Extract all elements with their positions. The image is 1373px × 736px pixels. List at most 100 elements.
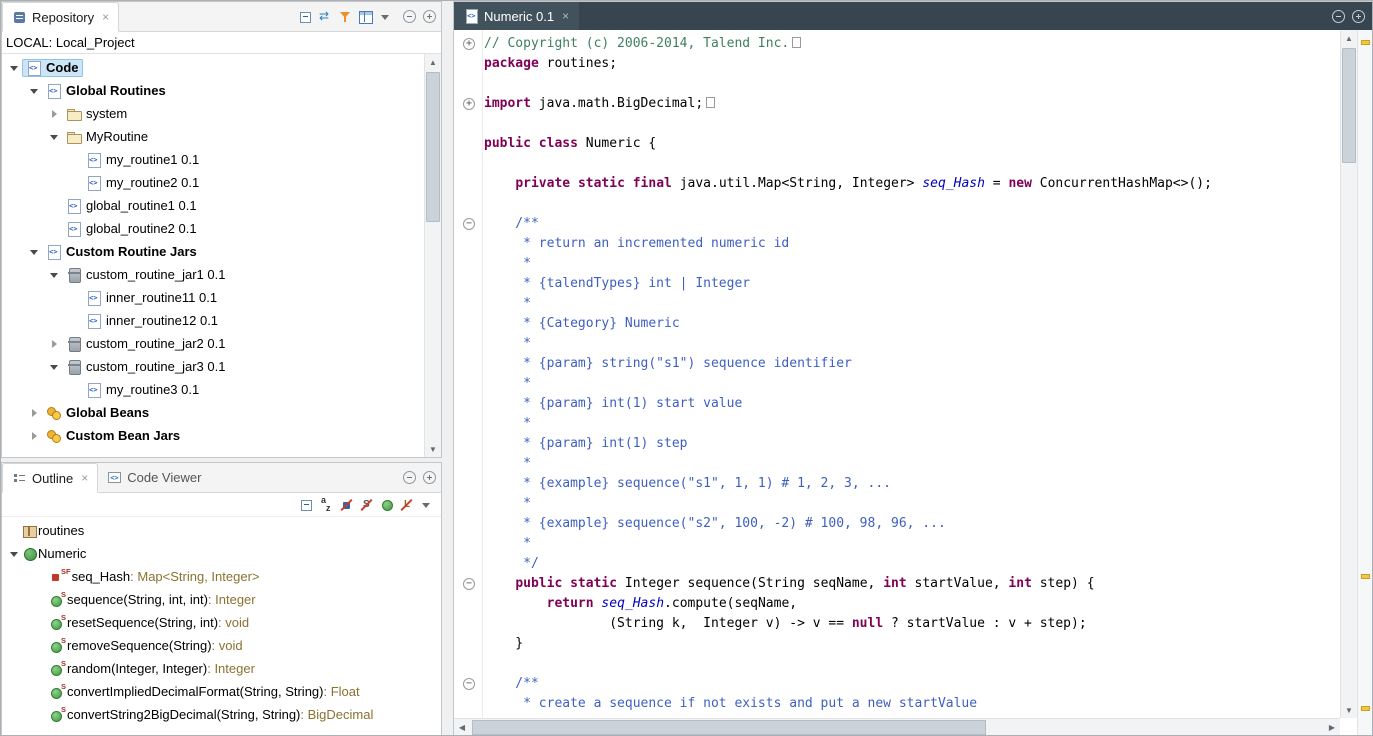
hide-local-types-icon[interactable] — [397, 496, 417, 514]
outline-item-seq-hash[interactable]: SFseq_Hash : Map<String, Integer> — [2, 565, 441, 588]
vertical-panel-sash[interactable] — [442, 1, 453, 736]
scroll-left-icon[interactable] — [454, 719, 470, 736]
code-line-7[interactable] — [454, 154, 1340, 174]
code-line-10[interactable]: /** — [454, 214, 1340, 234]
tree-item-global-routines[interactable]: Global Routines — [2, 79, 441, 102]
code-line-31[interactable]: } — [454, 634, 1340, 654]
fold-minus-icon[interactable] — [454, 574, 484, 594]
tree-item-my-routine2-0-1[interactable]: my_routine2 0.1 — [2, 171, 441, 194]
code-line-13[interactable]: * {talendTypes} int | Integer — [454, 274, 1340, 294]
code-line-14[interactable]: * — [454, 294, 1340, 314]
code-area[interactable]: // Copyright (c) 2006-2014, Talend Inc.p… — [454, 30, 1340, 718]
scrollbar-thumb[interactable] — [426, 72, 440, 222]
minimize-view-icon[interactable] — [403, 471, 416, 484]
code-line-6[interactable]: public class Numeric { — [454, 134, 1340, 154]
outline-item-convertstring2bigdecimal[interactable]: SconvertString2BigDecimal(String, String… — [2, 703, 441, 726]
code-line-25[interactable]: * {example} sequence("s2", 100, -2) # 10… — [454, 514, 1340, 534]
code-line-22[interactable]: * — [454, 454, 1340, 474]
code-line-29[interactable]: return seq_Hash.compute(seqName, — [454, 594, 1340, 614]
editor-horizontal-scrollbar[interactable] — [454, 718, 1340, 736]
tab-code-viewer[interactable]: Code Viewer — [98, 463, 210, 492]
code-line-15[interactable]: * {Category} Numeric — [454, 314, 1340, 334]
code-line-20[interactable]: * — [454, 414, 1340, 434]
maximize-editor-icon[interactable] — [1352, 10, 1365, 23]
code-line-12[interactable]: * — [454, 254, 1340, 274]
code-line-26[interactable]: * — [454, 534, 1340, 554]
tree-item-inner-routine12-0-1[interactable]: inner_routine12 0.1 — [2, 309, 441, 332]
maximize-view-icon[interactable] — [423, 471, 436, 484]
outline-item-removesequence[interactable]: SremoveSequence(String) : void — [2, 634, 441, 657]
code-line-17[interactable]: * {param} string("s1") sequence identifi… — [454, 354, 1340, 374]
scroll-down-icon[interactable] — [425, 441, 441, 457]
folded-region-indicator[interactable] — [706, 97, 715, 108]
repository-scrollbar[interactable] — [424, 54, 441, 457]
code-line-3[interactable] — [454, 74, 1340, 94]
expander-open-icon[interactable] — [46, 267, 62, 283]
code-line-19[interactable]: * {param} int(1) start value — [454, 394, 1340, 414]
code-line-9[interactable] — [454, 194, 1340, 214]
annotation-mark[interactable] — [1361, 706, 1370, 711]
tab-numeric-editor[interactable]: Numeric 0.1 × — [454, 2, 579, 30]
hide-non-public-icon[interactable] — [377, 496, 397, 514]
horizontal-panel-sash[interactable] — [1, 458, 442, 462]
folded-region-indicator[interactable] — [792, 37, 801, 48]
expander-open-icon[interactable] — [26, 244, 42, 260]
expander-closed-icon[interactable] — [26, 405, 42, 421]
tree-item-custom-routine-jars[interactable]: Custom Routine Jars — [2, 240, 441, 263]
fold-plus-icon[interactable] — [454, 34, 484, 54]
tree-item-custom-routine-jar2-0-1[interactable]: custom_routine_jar2 0.1 — [2, 332, 441, 355]
code-line-21[interactable]: * {param} int(1) step — [454, 434, 1340, 454]
outline-item-routines[interactable]: routines — [2, 519, 441, 542]
code-line-8[interactable]: private static final java.util.Map<Strin… — [454, 174, 1340, 194]
collapse-all-icon[interactable] — [296, 8, 316, 26]
code-line-2[interactable]: package routines; — [454, 54, 1340, 74]
tree-item-inner-routine11-0-1[interactable]: inner_routine11 0.1 — [2, 286, 441, 309]
expander-open-icon[interactable] — [26, 83, 42, 99]
tree-item-global-beans[interactable]: Global Beans — [2, 401, 441, 424]
outline-item-sequence[interactable]: Ssequence(String, int, int) : Integer — [2, 588, 441, 611]
tree-item-myroutine[interactable]: MyRoutine — [2, 125, 441, 148]
code-line-4[interactable]: import java.math.BigDecimal; — [454, 94, 1340, 114]
hide-static-members-icon[interactable] — [357, 496, 377, 514]
collapse-all-icon[interactable] — [297, 496, 317, 514]
code-line-11[interactable]: * return an incremented numeric id — [454, 234, 1340, 254]
tree-item-custom-routine-jar3-0-1[interactable]: custom_routine_jar3 0.1 — [2, 355, 441, 378]
outline-item-numeric[interactable]: Numeric — [2, 542, 441, 565]
minimize-view-icon[interactable] — [403, 10, 416, 23]
tab-repository[interactable]: Repository × — [2, 2, 119, 32]
tree-item-custom-routine-jar1-0-1[interactable]: custom_routine_jar1 0.1 — [2, 263, 441, 286]
close-editor-tab-icon[interactable]: × — [562, 9, 569, 23]
expander-closed-icon[interactable] — [26, 428, 42, 444]
tree-item-global-routine1-0-1[interactable]: global_routine1 0.1 — [2, 194, 441, 217]
hide-fields-icon[interactable] — [337, 496, 357, 514]
outline-item-random[interactable]: Srandom(Integer, Integer) : Integer — [2, 657, 441, 680]
scroll-right-icon[interactable] — [1324, 719, 1340, 736]
code-line-24[interactable]: * — [454, 494, 1340, 514]
view-menu-icon[interactable] — [376, 8, 396, 26]
minimize-editor-icon[interactable] — [1332, 10, 1345, 23]
outline-item-resetsequence[interactable]: SresetSequence(String, int) : void — [2, 611, 441, 634]
expander-open-icon[interactable] — [46, 129, 62, 145]
code-line-16[interactable]: * — [454, 334, 1340, 354]
code-line-30[interactable]: (String k, Integer v) -> v == null ? sta… — [454, 614, 1340, 634]
editor-vertical-scrollbar[interactable] — [1340, 30, 1357, 718]
tree-item-custom-bean-jars[interactable]: Custom Bean Jars — [2, 424, 441, 447]
maximize-view-icon[interactable] — [423, 10, 436, 23]
code-line-28[interactable]: public static Integer sequence(String se… — [454, 574, 1340, 594]
expander-open-icon[interactable] — [46, 359, 62, 375]
scroll-up-icon[interactable] — [425, 54, 441, 70]
close-outline-tab-icon[interactable]: × — [81, 471, 88, 485]
code-line-5[interactable] — [454, 114, 1340, 134]
code-line-27[interactable]: */ — [454, 554, 1340, 574]
refresh-icon[interactable] — [316, 8, 336, 26]
code-line-32[interactable] — [454, 654, 1340, 674]
tree-item-global-routine2-0-1[interactable]: global_routine2 0.1 — [2, 217, 441, 240]
code-line-23[interactable]: * {example} sequence("s1", 1, 1) # 1, 2,… — [454, 474, 1340, 494]
tree-item-system[interactable]: system — [2, 102, 441, 125]
code-line-1[interactable]: // Copyright (c) 2006-2014, Talend Inc. — [454, 34, 1340, 54]
fold-plus-icon[interactable] — [454, 94, 484, 114]
tab-outline[interactable]: Outline × — [2, 463, 98, 493]
expander-open-icon[interactable] — [6, 60, 22, 76]
expander-closed-icon[interactable] — [46, 336, 62, 352]
scroll-up-icon[interactable] — [1341, 30, 1357, 46]
